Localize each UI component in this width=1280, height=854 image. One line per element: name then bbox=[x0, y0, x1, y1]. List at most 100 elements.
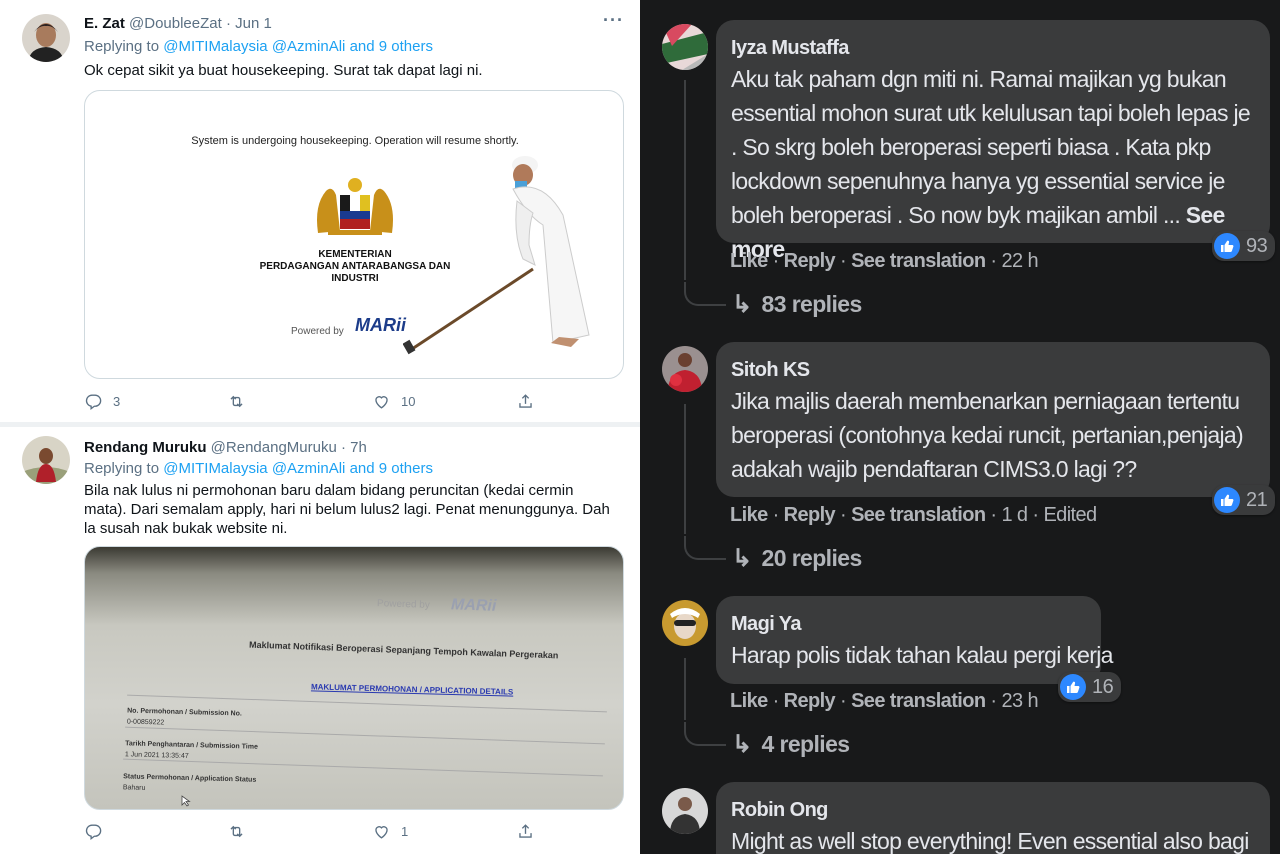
reply-button[interactable] bbox=[84, 822, 113, 841]
tweet-actions: 1 bbox=[84, 822, 624, 842]
like-link[interactable]: Like bbox=[730, 504, 768, 526]
commenter-name[interactable]: Magi Ya bbox=[731, 610, 1085, 638]
comment-text: Harap polis tidak tahan kalau pergi kerj… bbox=[731, 642, 1113, 668]
reply-link[interactable]: Reply bbox=[784, 250, 836, 272]
replies-label: 20 replies bbox=[761, 545, 863, 571]
avatar[interactable] bbox=[662, 600, 708, 646]
like-link[interactable]: Like bbox=[730, 690, 768, 712]
reply-arrow-icon: ↳ bbox=[732, 545, 752, 572]
reaction-number: 93 bbox=[1246, 234, 1268, 257]
others-link[interactable]: and 9 others bbox=[350, 460, 433, 477]
mention-link[interactable]: @AzminAli bbox=[272, 460, 346, 477]
timestamp[interactable]: · 7h bbox=[341, 439, 367, 456]
like-button[interactable]: 1 bbox=[372, 822, 408, 841]
avatar[interactable] bbox=[662, 24, 708, 70]
view-replies-button[interactable]: ↳ 83 replies bbox=[732, 290, 862, 319]
thread-line bbox=[684, 404, 686, 534]
handle[interactable]: @DoubleeZat bbox=[129, 15, 222, 32]
comment-text: Jika majlis daerah membenarkan perniagaa… bbox=[731, 388, 1244, 482]
display-name[interactable]: E. Zat bbox=[84, 15, 125, 32]
thread-line bbox=[684, 282, 726, 306]
comment-bubble: Sitoh KS Jika majlis daerah membenarkan … bbox=[716, 342, 1270, 497]
tweet-header: Rendang Muruku @RendangMuruku · 7h bbox=[84, 439, 367, 456]
see-translation-link[interactable]: See translation bbox=[851, 250, 986, 272]
comment-actions: Like · Reply · See translation · 1 d · E… bbox=[730, 504, 1097, 526]
crest-icon bbox=[317, 178, 393, 235]
tweet-image[interactable]: Powered by MARii Maklumat Notifikasi Ber… bbox=[84, 546, 624, 810]
comment-text: Aku tak paham dgn miti ni. Ramai majikan… bbox=[731, 62, 1254, 266]
reaction-count[interactable]: 21 bbox=[1212, 485, 1276, 515]
tweet-image[interactable]: System is undergoing housekeeping. Opera… bbox=[84, 90, 624, 379]
avatar[interactable] bbox=[22, 436, 70, 484]
mention-link[interactable]: @MITIMalaysia bbox=[163, 38, 267, 55]
replies-label: 4 replies bbox=[761, 731, 851, 757]
sweeper-illustration bbox=[403, 156, 590, 355]
thread-line bbox=[684, 722, 726, 746]
mention-link[interactable]: @MITIMalaysia bbox=[163, 460, 267, 477]
reply-button[interactable]: 3 bbox=[84, 392, 120, 411]
avatar[interactable] bbox=[662, 788, 708, 834]
comment-time[interactable]: 22 h bbox=[1001, 250, 1038, 272]
reaction-number: 21 bbox=[1246, 488, 1268, 511]
mention-link[interactable]: @AzminAli bbox=[272, 38, 346, 55]
reaction-count[interactable]: 93 bbox=[1212, 231, 1276, 261]
marii-logo: MARii bbox=[355, 315, 406, 335]
tweet[interactable]: E. Zat @DoubleeZat · Jun 1 ··· Replying … bbox=[0, 0, 640, 422]
section-heading: MAKLUMAT PERMOHONAN / APPLICATION DETAIL… bbox=[310, 682, 514, 697]
comment-bubble: Iyza Mustaffa Aku tak paham dgn miti ni.… bbox=[716, 20, 1270, 262]
share-icon bbox=[519, 824, 532, 838]
like-count: 1 bbox=[401, 824, 409, 839]
reply-arrow-icon: ↳ bbox=[732, 291, 752, 318]
facebook-comments-panel: Iyza Mustaffa Aku tak paham dgn miti ni.… bbox=[640, 0, 1280, 854]
timestamp[interactable]: · Jun 1 bbox=[226, 15, 272, 32]
retweet-button[interactable] bbox=[227, 392, 256, 411]
reaction-count[interactable]: 16 bbox=[1058, 672, 1122, 702]
powered-by: Powered by bbox=[376, 598, 430, 611]
comment-body: Aku tak paham dgn miti ni. Ramai majikan… bbox=[731, 66, 1251, 228]
view-replies-button[interactable]: ↳ 20 replies bbox=[732, 544, 862, 573]
powered-by: Powered by bbox=[291, 326, 344, 337]
form-title: Maklumat Notifikasi Beroperasi Sepanjang… bbox=[248, 639, 559, 661]
edited-label: Edited bbox=[1043, 504, 1097, 526]
tweet-actions: 3 10 bbox=[84, 392, 624, 412]
display-name[interactable]: Rendang Muruku bbox=[84, 439, 207, 456]
reply-link[interactable]: Reply bbox=[784, 504, 836, 526]
share-button[interactable] bbox=[516, 392, 535, 411]
more-icon[interactable]: ··· bbox=[603, 10, 624, 31]
commenter-name[interactable]: Sitoh KS bbox=[731, 356, 1254, 384]
replying-prefix: Replying to bbox=[84, 460, 164, 477]
heart-icon bbox=[375, 826, 388, 839]
others-link[interactable]: and 9 others bbox=[350, 38, 433, 55]
replying-prefix: Replying to bbox=[84, 38, 164, 55]
thread-line bbox=[684, 658, 686, 720]
retweet-icon bbox=[230, 395, 243, 408]
replying-to: Replying to @MITIMalaysia @AzminAli and … bbox=[84, 460, 433, 477]
view-replies-button[interactable]: ↳ 4 replies bbox=[732, 730, 851, 759]
retweet-button[interactable] bbox=[227, 822, 256, 841]
comment-bubble: Magi Ya Harap polis tidak tahan kalau pe… bbox=[716, 596, 1113, 684]
comment-time[interactable]: 23 h bbox=[1001, 690, 1038, 712]
like-link[interactable]: Like bbox=[730, 250, 768, 272]
avatar[interactable] bbox=[662, 346, 708, 392]
reply-icon bbox=[85, 394, 102, 410]
maintenance-notice: System is undergoing housekeeping. Opera… bbox=[191, 135, 519, 147]
tweet-header: E. Zat @DoubleeZat · Jun 1 bbox=[84, 15, 272, 32]
thumbs-up-icon bbox=[1060, 674, 1086, 700]
replies-label: 83 replies bbox=[761, 291, 863, 317]
avatar[interactable] bbox=[22, 14, 70, 62]
tweet[interactable]: Rendang Muruku @RendangMuruku · 7h Reply… bbox=[0, 427, 640, 854]
tweet-text: Ok cepat sikit ya buat housekeeping. Sur… bbox=[84, 62, 483, 79]
tweet-text: Bila nak lulus ni permohonan baru dalam … bbox=[84, 482, 610, 537]
comment-time[interactable]: 1 d bbox=[1001, 504, 1028, 526]
commenter-name[interactable]: Iyza Mustaffa bbox=[731, 34, 1254, 62]
see-translation-link[interactable]: See translation bbox=[851, 504, 986, 526]
like-button[interactable]: 10 bbox=[372, 392, 415, 411]
thread-line bbox=[684, 536, 726, 560]
reply-link[interactable]: Reply bbox=[784, 690, 836, 712]
see-translation-link[interactable]: See translation bbox=[851, 690, 986, 712]
commenter-name[interactable]: Robin Ong bbox=[731, 796, 1254, 824]
comment-bubble: Robin Ong Might as well stop everything!… bbox=[716, 782, 1270, 854]
share-button[interactable] bbox=[516, 822, 535, 841]
handle[interactable]: @RendangMuruku bbox=[211, 439, 337, 456]
replying-to: Replying to @MITIMalaysia @AzminAli and … bbox=[84, 38, 433, 55]
